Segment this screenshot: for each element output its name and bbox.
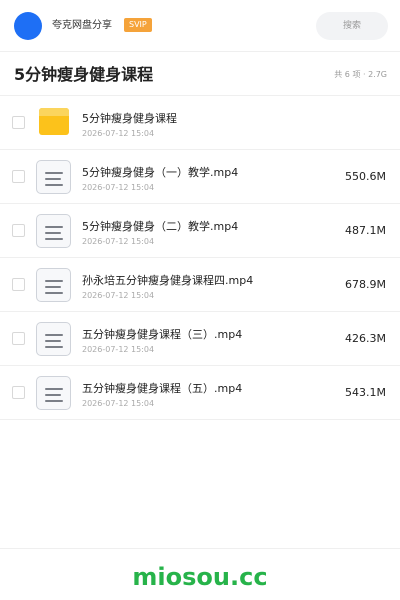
file-name: 5分钟瘦身健身（一）教学.mp4 <box>82 166 239 179</box>
file-size: 550.6M <box>345 170 386 183</box>
file-icon <box>36 160 71 194</box>
list-item-file[interactable]: 五分钟瘦身健身课程（五）.mp4 2026-07-12 15:04 543.1M <box>0 366 400 420</box>
folder-icon <box>39 108 69 135</box>
thumbnail <box>36 160 71 194</box>
list-item-folder[interactable]: 5分钟瘦身健身课程 2026-07-12 15:04 <box>0 96 400 150</box>
file-date: 2026-07-12 15:04 <box>82 399 155 408</box>
thumbnail <box>36 376 71 410</box>
file-list: 5分钟瘦身健身课程 2026-07-12 15:04 5分钟瘦身健身（一）教学.… <box>0 96 400 420</box>
file-name: 5分钟瘦身健身课程 <box>82 112 177 125</box>
watermark-text: miosou.cc <box>132 563 268 591</box>
file-icon <box>36 322 71 356</box>
file-name: 5分钟瘦身健身（二）教学.mp4 <box>82 220 239 233</box>
file-date: 2026-07-12 15:04 <box>82 183 155 192</box>
list-item-file[interactable]: 5分钟瘦身健身（一）教学.mp4 2026-07-12 15:04 550.6M <box>0 150 400 204</box>
file-date: 2026-07-12 15:04 <box>82 129 155 138</box>
file-size: 543.1M <box>345 386 386 399</box>
thumbnail <box>36 322 71 356</box>
file-size: 426.3M <box>345 332 386 345</box>
select-checkbox[interactable] <box>12 116 25 129</box>
file-size: 678.9M <box>345 278 386 291</box>
search-input[interactable]: 搜索 <box>316 12 388 40</box>
file-date: 2026-07-12 15:04 <box>82 291 155 300</box>
select-checkbox[interactable] <box>12 170 25 183</box>
thumbnail <box>36 214 71 248</box>
list-item-file[interactable]: 五分钟瘦身健身课程（三）.mp4 2026-07-12 15:04 426.3M <box>0 312 400 366</box>
file-icon <box>36 376 71 410</box>
svip-badge: SVIP <box>124 18 152 32</box>
select-checkbox[interactable] <box>12 332 25 345</box>
footer: miosou.cc <box>0 548 400 600</box>
file-icon <box>36 214 71 248</box>
page-title: 5分钟瘦身健身课程 <box>14 65 154 84</box>
file-name: 五分钟瘦身健身课程（五）.mp4 <box>82 382 243 395</box>
sharer-name: 夸克网盘分享 <box>52 20 112 31</box>
top-bar: 夸克网盘分享 SVIP 搜索 <box>0 0 400 52</box>
select-checkbox[interactable] <box>12 386 25 399</box>
file-name: 五分钟瘦身健身课程（三）.mp4 <box>82 328 243 341</box>
thumbnail <box>36 268 71 302</box>
thumbnail <box>36 106 71 140</box>
file-size: 487.1M <box>345 224 386 237</box>
select-checkbox[interactable] <box>12 278 25 291</box>
file-date: 2026-07-12 15:04 <box>82 237 155 246</box>
list-item-file[interactable]: 5分钟瘦身健身（二）教学.mp4 2026-07-12 15:04 487.1M <box>0 204 400 258</box>
file-icon <box>36 268 71 302</box>
file-date: 2026-07-12 15:04 <box>82 345 155 354</box>
select-checkbox[interactable] <box>12 224 25 237</box>
item-summary: 共 6 项 · 2.7G <box>334 70 387 79</box>
list-item-file[interactable]: 孙永培五分钟瘦身健身课程四.mp4 2026-07-12 15:04 678.9… <box>0 258 400 312</box>
avatar[interactable] <box>14 12 42 40</box>
folder-header: 5分钟瘦身健身课程 共 6 项 · 2.7G <box>0 52 400 96</box>
file-name: 孙永培五分钟瘦身健身课程四.mp4 <box>82 274 254 287</box>
